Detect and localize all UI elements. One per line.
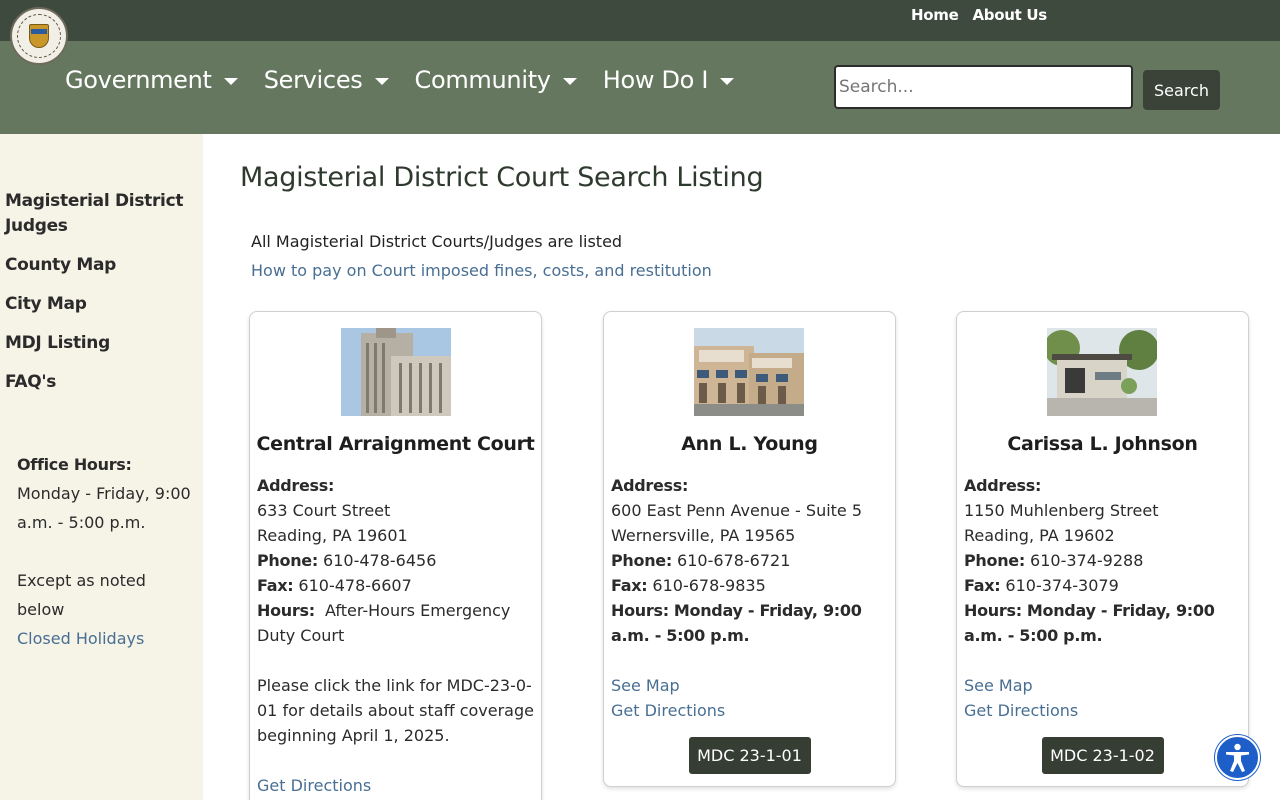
office-hours-title: Office Hours: <box>17 455 132 474</box>
sidebar-item-county-map[interactable]: County Map <box>5 253 185 278</box>
court-fax: 610-678-9835 <box>652 576 766 595</box>
court-photo <box>694 328 804 416</box>
intro-text: All Magisterial District Courts/Judges a… <box>251 232 623 251</box>
court-card: Central Arraignment Court Address: 633 C… <box>249 311 542 800</box>
sidebar: Magisterial District Judges County Map C… <box>0 134 203 800</box>
nav-how-do-i[interactable]: How Do I <box>602 66 735 94</box>
court-city: Reading, PA 19601 <box>257 526 408 545</box>
accessibility-figure-icon <box>1226 743 1249 772</box>
fax-label: Fax: <box>257 576 294 595</box>
caret-down-icon <box>374 77 389 85</box>
address-label: Address: <box>964 476 1042 495</box>
court-name: Carissa L. Johnson <box>1007 433 1198 455</box>
hours-label: Hours: <box>964 601 1022 620</box>
court-info: Address: 633 Court Street Reading, PA 19… <box>257 473 537 798</box>
nav-how-do-i-label: How Do I <box>602 66 709 94</box>
court-phone: 610-478-6456 <box>323 551 437 570</box>
nav-community[interactable]: Community <box>415 66 577 94</box>
hours-label: Hours: <box>257 601 315 620</box>
fax-label: Fax: <box>964 576 1001 595</box>
court-photo <box>1047 328 1157 416</box>
seal-band <box>31 29 47 34</box>
see-map-link[interactable]: See Map <box>964 673 1244 698</box>
court-phone: 610-678-6721 <box>677 551 791 570</box>
top-links: Home About Us <box>911 6 1047 24</box>
court-city: Reading, PA 19602 <box>964 526 1115 545</box>
nav-government[interactable]: Government <box>65 66 238 94</box>
main-nav: Government Services Community How Do I <box>65 66 760 94</box>
nav-community-label: Community <box>414 66 552 94</box>
sidebar-item-magisterial-district-judges[interactable]: Magisterial District Judges <box>5 189 185 239</box>
caret-down-icon <box>223 77 238 85</box>
county-seal-icon[interactable] <box>10 7 68 65</box>
seal-shield <box>29 24 49 48</box>
mdc-button[interactable]: MDC 23-1-02 <box>1041 737 1164 774</box>
court-photo <box>341 328 451 416</box>
address-label: Address: <box>611 476 689 495</box>
phone-label: Phone: <box>964 551 1025 570</box>
sidebar-item-faqs[interactable]: FAQ's <box>5 370 185 395</box>
see-map-link[interactable]: See Map <box>611 673 891 698</box>
get-directions-link[interactable]: Get Directions <box>964 698 1244 723</box>
caret-down-icon <box>562 77 577 85</box>
court-note: Please click the link for MDC-23-0-01 fo… <box>257 676 534 745</box>
court-street: 600 East Penn Avenue - Suite 5 <box>611 501 863 520</box>
court-street: 1150 Muhlenberg Street <box>964 501 1159 520</box>
sidebar-links: Magisterial District Judges County Map C… <box>5 189 185 409</box>
office-hours-text: Monday - Friday, 9:00 a.m. - 5:00 p.m. <box>17 484 191 532</box>
get-directions-link[interactable]: Get Directions <box>611 698 891 723</box>
main-navbar: Government Services Community How Do I S… <box>0 41 1280 134</box>
address-label: Address: <box>257 476 335 495</box>
phone-label: Phone: <box>611 551 672 570</box>
court-name: Ann L. Young <box>681 433 818 455</box>
phone-label: Phone: <box>257 551 318 570</box>
top-bar: Home About Us <box>0 0 1280 41</box>
court-street: 633 Court Street <box>257 501 391 520</box>
court-card: Carissa L. Johnson Address: 1150 Muhlenb… <box>956 311 1249 787</box>
hours-label: Hours: <box>611 601 669 620</box>
sidebar-item-mdj-listing[interactable]: MDJ Listing <box>5 331 185 356</box>
search-input[interactable] <box>834 65 1133 109</box>
court-card: Ann L. Young Address: 600 East Penn Aven… <box>603 311 896 787</box>
court-info: Address: 600 East Penn Avenue - Suite 5 … <box>611 473 891 723</box>
sidebar-item-city-map[interactable]: City Map <box>5 292 185 317</box>
search-button[interactable]: Search <box>1143 70 1220 110</box>
court-phone: 610-374-9288 <box>1030 551 1144 570</box>
except-text: Except as noted below <box>17 571 146 619</box>
fines-link[interactable]: How to pay on Court imposed fines, costs… <box>251 256 712 285</box>
intro: All Magisterial District Courts/Judges a… <box>251 227 712 285</box>
court-info: Address: 1150 Muhlenberg Street Reading,… <box>964 473 1244 723</box>
fax-label: Fax: <box>611 576 648 595</box>
nav-services[interactable]: Services <box>264 66 389 94</box>
accessibility-icon[interactable] <box>1215 735 1260 780</box>
court-name: Central Arraignment Court <box>256 433 535 455</box>
mdc-button[interactable]: MDC 23-1-01 <box>688 737 811 774</box>
nav-services-label: Services <box>263 66 363 94</box>
caret-down-icon <box>720 77 735 85</box>
about-us-link[interactable]: About Us <box>972 6 1047 24</box>
closed-holidays-link[interactable]: Closed Holidays <box>17 629 144 648</box>
office-hours: Office Hours: Monday - Friday, 9:00 a.m.… <box>17 450 193 653</box>
court-city: Wernersville, PA 19565 <box>611 526 796 545</box>
home-link[interactable]: Home <box>911 6 959 24</box>
nav-government-label: Government <box>65 66 212 94</box>
court-fax: 610-374-3079 <box>1005 576 1119 595</box>
get-directions-link[interactable]: Get Directions <box>257 773 537 798</box>
page-title: Magisterial District Court Search Listin… <box>240 162 764 193</box>
court-fax: 610-478-6607 <box>298 576 412 595</box>
